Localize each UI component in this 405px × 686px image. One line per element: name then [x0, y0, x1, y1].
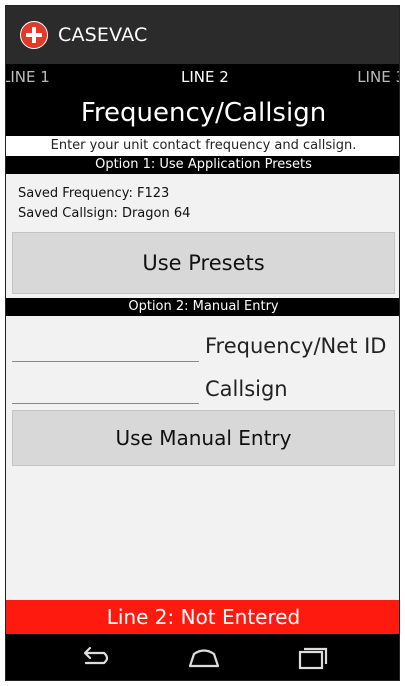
option1-header: Option 1: Use Application Presets: [6, 156, 399, 174]
saved-frequency: Saved Frequency: F123: [18, 186, 170, 201]
line-tabs: LINE 1 LINE 2 LINE 3: [6, 64, 399, 90]
recents-icon[interactable]: [292, 644, 332, 672]
tab-line-2[interactable]: LINE 2: [181, 68, 229, 86]
frequency-input-underline: [12, 361, 199, 362]
callsign-input-underline: [12, 403, 199, 404]
tab-line-3[interactable]: LINE 3: [357, 68, 399, 86]
callsign-label: Callsign: [205, 377, 288, 401]
back-icon[interactable]: [74, 644, 114, 672]
use-manual-entry-button[interactable]: Use Manual Entry: [12, 410, 395, 466]
system-nav-bar: [6, 634, 399, 680]
phone-screen: CASEVAC LINE 1 LINE 2 LINE 3 Frequency/C…: [5, 5, 400, 681]
home-icon[interactable]: [184, 644, 224, 672]
action-bar: CASEVAC: [6, 6, 399, 64]
frequency-label: Frequency/Net ID: [205, 334, 387, 358]
use-presets-button[interactable]: Use Presets: [12, 232, 395, 294]
page-title: Frequency/Callsign: [6, 90, 399, 136]
app-title: CASEVAC: [58, 24, 148, 46]
option2-header: Option 2: Manual Entry: [6, 298, 399, 316]
frequency-input[interactable]: [12, 324, 199, 362]
status-banner: Line 2: Not Entered: [6, 600, 399, 634]
callsign-input[interactable]: [12, 366, 199, 404]
instruction-text: Enter your unit contact frequency and ca…: [6, 136, 399, 156]
tab-line-1[interactable]: LINE 1: [6, 68, 50, 86]
saved-callsign: Saved Callsign: Dragon 64: [18, 206, 191, 221]
red-cross-icon: [20, 21, 48, 49]
